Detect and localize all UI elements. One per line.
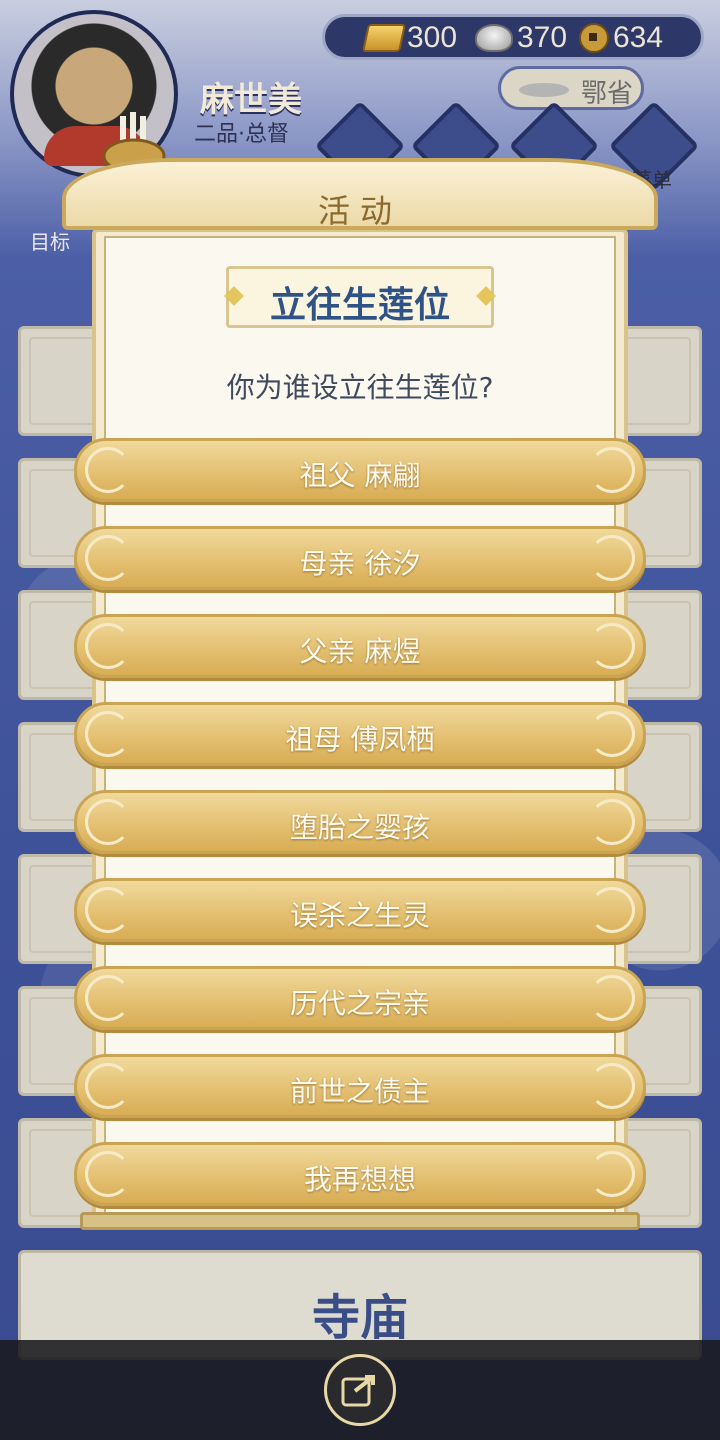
option-label: 祖父 麻翩 (299, 459, 421, 492)
silver-counter: 370 (475, 21, 567, 55)
share-button[interactable] (324, 1354, 396, 1426)
option-label: 我再想想 (303, 1163, 416, 1196)
activity-title: 立往生莲位 (269, 285, 450, 326)
option-button[interactable]: 祖父 麻翩 (74, 438, 646, 502)
modal-header-title: 活动 (317, 192, 402, 230)
option-label: 堕胎之婴孩 (289, 811, 430, 844)
silver-value: 370 (517, 21, 568, 54)
share-icon (341, 1375, 375, 1407)
modal-bottom-rod (80, 1212, 640, 1230)
option-button[interactable]: 祖母 傅凤栖 (74, 702, 646, 766)
temple-label: 寺庙 (311, 1290, 408, 1346)
option-button-cancel[interactable]: 我再想想 (74, 1142, 646, 1206)
player-name: 麻世美 (200, 80, 302, 120)
option-button[interactable]: 误杀之生灵 (74, 878, 646, 942)
silver-ingot-icon (475, 24, 513, 52)
option-button[interactable]: 父亲 麻煜 (74, 614, 646, 678)
inkstone-icon (519, 83, 569, 97)
copper-coin-icon (579, 23, 609, 53)
option-label: 历代之宗亲 (289, 987, 430, 1020)
option-label: 母亲 徐汐 (299, 547, 421, 580)
option-label: 祖母 傅凤栖 (285, 723, 435, 756)
copper-counter: 634 (579, 21, 663, 55)
province-button[interactable]: 鄂省 (498, 66, 644, 110)
option-button[interactable]: 堕胎之婴孩 (74, 790, 646, 854)
currency-bar: 300 370 634 (322, 14, 704, 60)
option-label: 误杀之生灵 (289, 899, 430, 932)
option-button[interactable]: 前世之债主 (74, 1054, 646, 1118)
gold-counter: 300 (362, 21, 458, 55)
gold-value: 300 (407, 21, 458, 54)
option-label: 前世之债主 (289, 1075, 430, 1108)
player-rank: 二品·总督 (194, 122, 289, 147)
activity-question: 你为谁设立往生莲位? (226, 371, 494, 404)
option-button[interactable]: 历代之宗亲 (74, 966, 646, 1030)
copper-value: 634 (613, 21, 664, 54)
option-button[interactable]: 母亲 徐汐 (74, 526, 646, 590)
option-label: 父亲 麻煜 (299, 635, 421, 668)
province-label: 鄂省 (581, 79, 634, 109)
gold-ingot-icon (362, 24, 406, 52)
